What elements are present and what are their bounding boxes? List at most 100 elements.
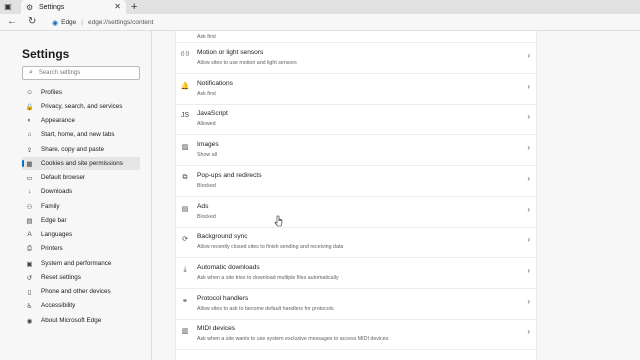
browser-icon: ▭ xyxy=(26,174,33,182)
row-title: Protocol handlers xyxy=(197,294,249,302)
system-icon: ▣ xyxy=(26,260,33,268)
tab-actions-icon[interactable]: ▣ xyxy=(3,2,13,12)
sidebar-item-label: Cookies and site permissions xyxy=(41,160,123,167)
row-subtitle: Allow sites to ask to become default han… xyxy=(197,305,334,312)
image-icon: ▨ xyxy=(181,144,189,152)
bell-icon: 🔔 xyxy=(180,82,190,90)
row-title: Automatic downloads xyxy=(197,263,260,271)
chevron-right-icon: › xyxy=(527,265,530,275)
row-subtitle: Ask when a site wants to use system excl… xyxy=(197,336,389,343)
sidebar-item-profiles[interactable]: ☺ Profiles xyxy=(24,86,139,99)
cookies-icon: ▦ xyxy=(26,160,33,168)
gear-icon: ⚙ xyxy=(26,2,34,12)
sidebar-item-cookies-and-site-permissions[interactable]: ▦ Cookies and site permissions xyxy=(22,157,140,170)
search-icon: ⌕ xyxy=(29,69,33,76)
sync-icon: ⟳ xyxy=(182,236,188,244)
lock-icon: 🔒 xyxy=(25,103,34,111)
address-url: edge://settings/content xyxy=(88,19,154,26)
chevron-right-icon: › xyxy=(527,81,530,91)
printer-icon: ⎙ xyxy=(26,244,33,252)
list-item[interactable]: ((·)) Motion or light sensors Allow sites … xyxy=(176,43,538,74)
tab-settings[interactable]: ⚙ Settings ✕ xyxy=(21,0,126,14)
search-input[interactable]: ⌕ Search settings xyxy=(22,66,140,80)
download-icon: ⤓ xyxy=(183,265,187,273)
sidebar-item-accessibility[interactable]: ♿ Accessibility xyxy=(24,299,139,312)
row-title: Pop-ups and redirects xyxy=(197,171,262,179)
list-item[interactable]: Ask first xyxy=(176,31,538,43)
home-icon: ⌂ xyxy=(27,131,32,138)
sidebar-item-label: Profiles xyxy=(41,89,62,96)
sidebar-item-label: Printers xyxy=(41,245,63,252)
sidebar-item-label: About Microsoft Edge xyxy=(41,317,102,324)
mouse-cursor-icon xyxy=(274,215,283,227)
link-icon: ⚭ xyxy=(182,297,188,305)
row-title: Background sync xyxy=(197,233,248,241)
download-icon: ↓ xyxy=(27,188,32,195)
javascript-icon: JS xyxy=(180,112,190,120)
sidebar-item-privacy-search-and-services[interactable]: 🔒 Privacy, search, and services xyxy=(24,100,139,113)
popup-icon: ⧉ xyxy=(182,173,188,181)
list-item[interactable]: 🔔 Notifications Ask first › xyxy=(176,74,538,105)
sidebar-item-label: Share, copy and paste xyxy=(41,146,105,153)
new-tab-button[interactable]: + xyxy=(131,0,137,14)
sidebar-item-label: Edge bar xyxy=(41,217,67,224)
sidebar-item-family[interactable]: ⚇ Family xyxy=(24,200,139,213)
list-item[interactable]: ▨ Images Show all › xyxy=(176,135,538,167)
address-toolbar: ← ↻ ◉ Edge | edge://settings/content xyxy=(0,14,640,31)
sidebar-item-reset-settings[interactable]: ↺ Reset settings xyxy=(24,271,139,284)
midi-icon: ▥ xyxy=(181,328,189,336)
sidebar-item-label: Languages xyxy=(41,231,73,238)
sidebar-item-languages[interactable]: A Languages xyxy=(24,228,139,241)
accessibility-icon: ♿ xyxy=(26,302,33,310)
edge-logo-icon: ◉ xyxy=(52,19,59,27)
chevron-right-icon: › xyxy=(527,204,530,214)
row-subtitle: Allow recently closed sites to finish se… xyxy=(197,244,344,251)
list-item[interactable]: ⟳ Background sync Allow recently closed si… xyxy=(176,227,538,259)
sidebar-item-system-and-performance[interactable]: ▣ System and performance xyxy=(24,257,139,270)
close-tab-icon[interactable]: ✕ xyxy=(114,2,121,11)
sidebar-item-label: Reset settings xyxy=(41,274,81,281)
sidebar-item-edge-bar[interactable]: ▤ Edge bar xyxy=(24,214,139,227)
list-item[interactable]: ▤ Ads Blocked › xyxy=(176,197,538,228)
chevron-right-icon: › xyxy=(527,296,530,306)
edge-logo-icon: ◉ xyxy=(26,317,33,325)
sidebar-item-default-browser[interactable]: ▭ Default browser xyxy=(24,171,139,184)
ads-icon: ▤ xyxy=(181,205,189,213)
search-placeholder: Search settings xyxy=(38,70,81,76)
sidebar-item-printers[interactable]: ⎙ Printers xyxy=(24,242,139,255)
sidebar-item-downloads[interactable]: ↓ Downloads xyxy=(24,185,139,198)
row-subtitle: Blocked xyxy=(197,182,216,189)
sensor-icon: ((·)) xyxy=(180,51,190,57)
sidebar-item-label: Phone and other devices xyxy=(41,288,111,295)
sidebar-item-label: Default browser xyxy=(41,174,86,181)
list-item[interactable]: JS JavaScript Allowed › xyxy=(176,104,538,136)
sidebar-item-appearance[interactable]: ◐ Appearance xyxy=(24,114,139,127)
sidebar-item-phone-and-other-devices[interactable]: ▯ Phone and other devices xyxy=(24,285,139,298)
list-item[interactable]: ▥ MIDI devices Ask when a site wants to us… xyxy=(176,319,538,351)
row-title: Motion or light sensors xyxy=(197,49,264,56)
settings-sidebar: Settings ⌕ Search settings ☺ Profiles 🔒 Pri… xyxy=(0,31,152,360)
list-item[interactable]: ⚭ Protocol handlers Allow sites to ask to … xyxy=(176,289,538,320)
row-subtitle: Allowed xyxy=(197,121,216,128)
list-item[interactable]: ⤓ Automatic downloads Ask when a site trie… xyxy=(176,258,538,289)
row-subtitle: Ask when a site tries to download multip… xyxy=(197,274,339,281)
row-title: Notifications xyxy=(197,79,233,87)
sidebar-item-label: Family xyxy=(41,203,60,210)
appearance-icon: ◐ xyxy=(27,117,32,124)
sidebar-item-label: Accessibility xyxy=(41,302,76,309)
row-title: JavaScript xyxy=(197,110,228,118)
row-title: Ads xyxy=(197,202,209,210)
sidebar-item-label: Start, home, and new tabs xyxy=(41,131,115,138)
list-item[interactable]: ⧉ Pop-ups and redirects Blocked › xyxy=(176,166,538,197)
sidebar-item-about-microsoft-edge[interactable]: ◉ About Microsoft Edge xyxy=(24,314,139,327)
address-bar[interactable]: ◉ Edge | edge://settings/content xyxy=(52,17,153,28)
sidebar-item-start-home-and-new-tabs[interactable]: ⌂ Start, home, and new tabs xyxy=(24,128,139,141)
profile-icon: ☺ xyxy=(26,89,33,96)
sidebar-item-share-copy-and-paste[interactable]: ⇪ Share, copy and paste xyxy=(24,143,139,156)
family-icon: ⚇ xyxy=(26,203,33,211)
refresh-icon[interactable]: ↻ xyxy=(28,16,36,28)
row-subtitle: Ask first xyxy=(197,34,216,40)
back-icon[interactable]: ← xyxy=(7,16,17,28)
edge-bar-icon: ▤ xyxy=(26,217,33,225)
row-subtitle: Blocked xyxy=(197,213,216,220)
